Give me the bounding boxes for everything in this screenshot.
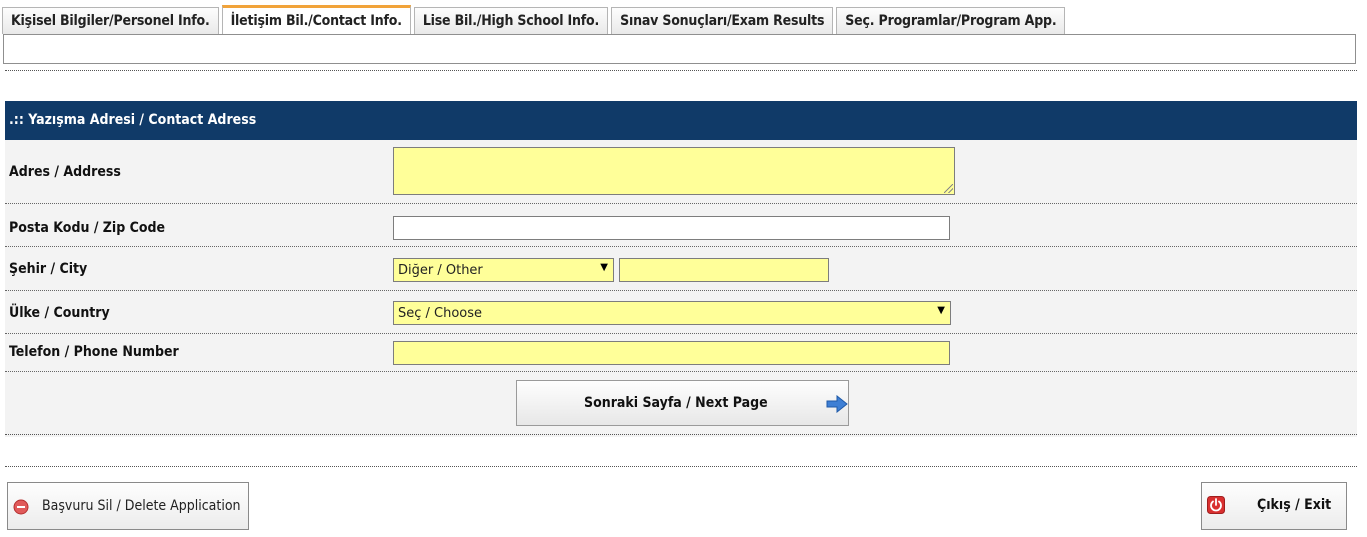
- city-label: Şehir / City: [9, 261, 88, 277]
- city-other-input[interactable]: [619, 258, 829, 282]
- section-header: .:: Yazışma Adresi / Contact Adress: [5, 101, 1357, 140]
- tab-personal-info[interactable]: Kişisel Bilgiler/Personel Info.: [2, 7, 219, 34]
- zip-input[interactable]: [393, 216, 950, 240]
- tab-bar: Kişisel Bilgiler/Personel Info. İletişim…: [2, 4, 1068, 35]
- delete-application-button[interactable]: Başvuru Sil / Delete Application: [7, 482, 249, 530]
- divider: [5, 70, 1357, 71]
- phone-input[interactable]: [393, 341, 950, 365]
- tab-high-school-info[interactable]: Lise Bil./High School Info.: [413, 7, 609, 34]
- city-select[interactable]: Diğer / Other ▼: [393, 258, 614, 282]
- tab-exam-results[interactable]: Sınav Sonuçları/Exam Results: [611, 7, 834, 34]
- address-textarea[interactable]: [393, 147, 955, 195]
- tab-contact-info[interactable]: İletişim Bil./Contact Info.: [221, 5, 411, 35]
- dropdown-arrow-icon: ▼: [600, 262, 608, 273]
- divider: [5, 434, 1357, 435]
- power-icon: [1207, 496, 1225, 514]
- delete-application-label: Başvuru Sil / Delete Application: [42, 498, 241, 514]
- phone-label: Telefon / Phone Number: [9, 344, 179, 360]
- address-label: Adres / Address: [9, 164, 121, 180]
- divider: [5, 466, 1357, 467]
- zip-label: Posta Kodu / Zip Code: [9, 220, 166, 236]
- dropdown-arrow-icon: ▼: [937, 305, 945, 316]
- tab-program-app[interactable]: Seç. Programlar/Program App.: [836, 7, 1066, 34]
- minus-circle-icon: [13, 499, 29, 515]
- tab-panel: [3, 34, 1356, 64]
- country-label: Ülke / Country: [9, 305, 110, 321]
- exit-button[interactable]: Çıkış / Exit: [1201, 482, 1347, 530]
- resize-grip-icon[interactable]: [944, 184, 953, 193]
- next-page-button[interactable]: Sonraki Sayfa / Next Page: [516, 380, 849, 426]
- exit-label: Çıkış / Exit: [1257, 497, 1332, 513]
- country-select[interactable]: Seç / Choose ▼: [393, 301, 951, 325]
- arrow-right-icon: [826, 395, 848, 413]
- next-page-label: Sonraki Sayfa / Next Page: [584, 395, 768, 411]
